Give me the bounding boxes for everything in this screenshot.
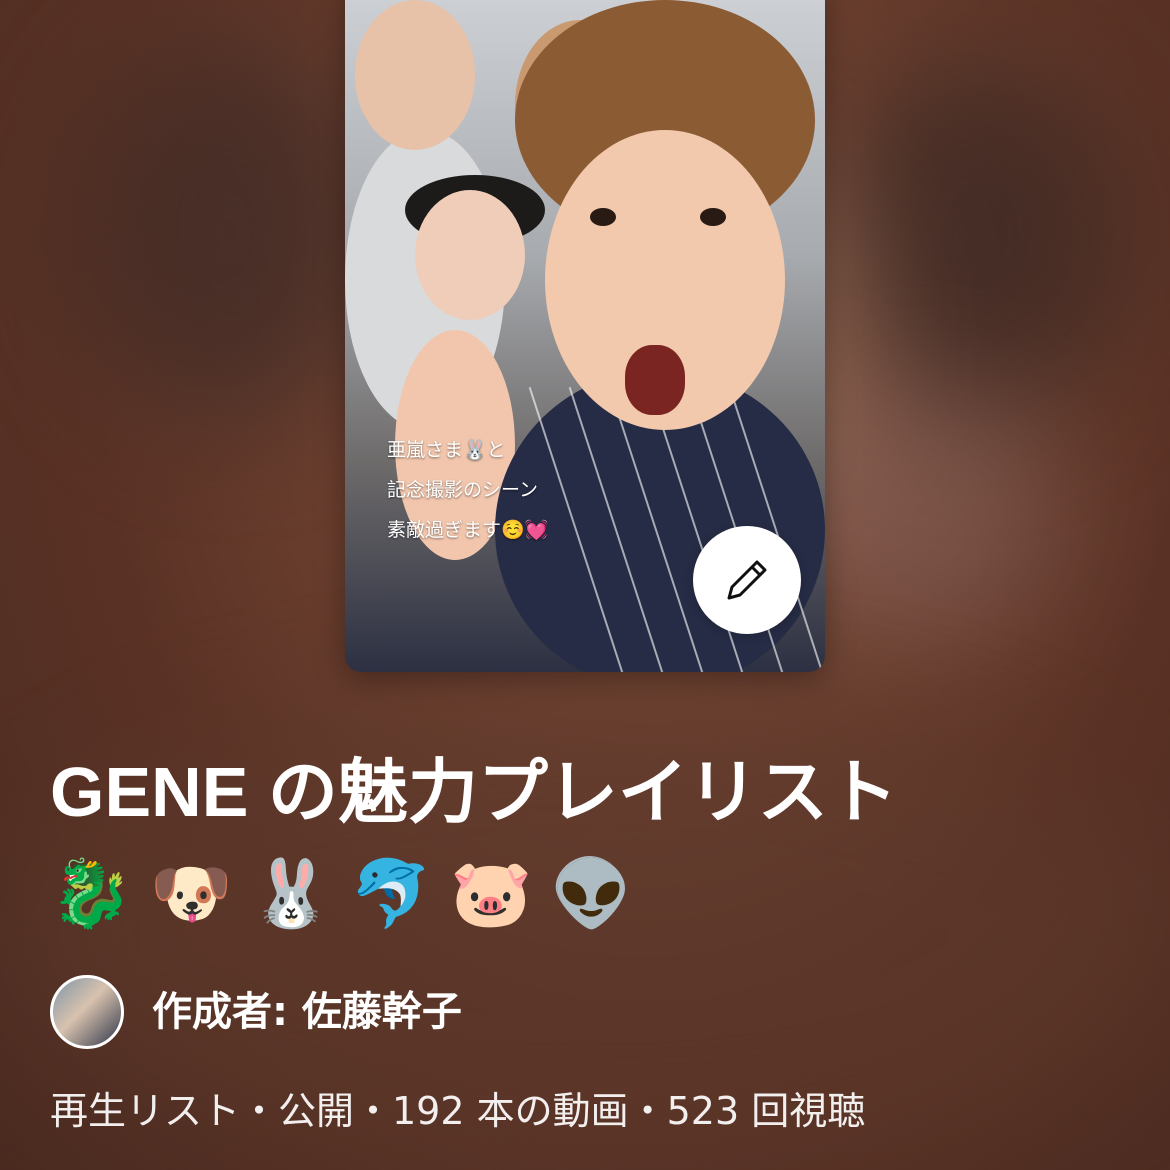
- photo-shape: [700, 208, 726, 226]
- photo-shape: [355, 0, 475, 150]
- photo-shape: [590, 208, 616, 226]
- playlist-author[interactable]: 作成者: 佐藤幹子: [50, 975, 462, 1049]
- caption-line: 亜嵐さま🐰と: [387, 439, 506, 461]
- playlist-meta: 再生リスト・公開・192 本の動画・523 回視聴: [50, 1089, 866, 1133]
- playlist-emoji-row: 🐉 🐶 🐰 🐬 🐷 👽: [50, 854, 633, 944]
- playlist-title: GENE の魅力プレイリスト: [50, 753, 898, 831]
- thumbnail-caption: 亜嵐さま🐰と 記念撮影のシーン 素敵過ぎます☺️💓: [387, 430, 548, 550]
- caption-line: 素敵過ぎます☺️💓: [387, 519, 549, 541]
- playlist-thumbnail[interactable]: 亜嵐さま🐰と 記念撮影のシーン 素敵過ぎます☺️💓: [345, 0, 825, 672]
- caption-line: 記念撮影のシーン: [387, 479, 539, 501]
- playlist-header: 亜嵐さま🐰と 記念撮影のシーン 素敵過ぎます☺️💓 GENE の魅力プレイリスト…: [0, 0, 1170, 1170]
- edit-thumbnail-button[interactable]: [693, 526, 801, 634]
- avatar[interactable]: [50, 975, 124, 1049]
- photo-shape: [415, 190, 525, 320]
- pencil-icon: [727, 560, 767, 600]
- pig-emoji-icon: 🐷: [450, 855, 533, 932]
- alien-emoji-icon: 👽: [550, 855, 633, 932]
- dog-emoji-icon: 🐶: [150, 855, 233, 932]
- author-name[interactable]: 作成者: 佐藤幹子: [152, 975, 462, 1049]
- dragon-emoji-icon: 🐉: [50, 855, 133, 932]
- backdrop-blur: [80, 40, 380, 420]
- rabbit-emoji-icon: 🐰: [250, 855, 333, 932]
- dolphin-emoji-icon: 🐬: [350, 855, 433, 932]
- photo-shape: [625, 345, 685, 415]
